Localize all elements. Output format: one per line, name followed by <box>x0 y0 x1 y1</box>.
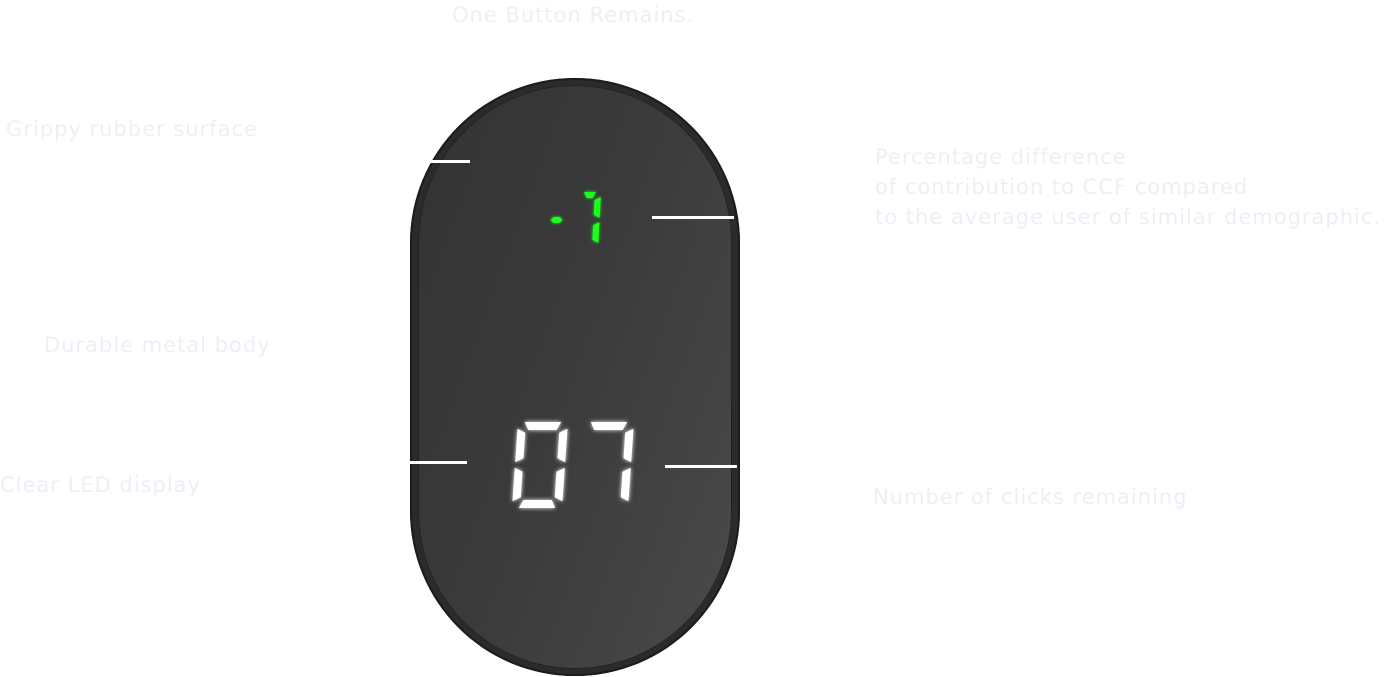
clicks-digit-2-segment-a <box>590 422 628 430</box>
percentage-digit-2 <box>584 192 601 243</box>
caption-percentage-line-2: of contribution to CCF compared <box>875 175 1249 199</box>
clicks-digit-1-segment-a <box>524 422 562 430</box>
button-device[interactable] <box>410 78 740 676</box>
caption-percentage-line-3: to the average user of similar demograph… <box>875 205 1382 229</box>
headline: One Button Remains. <box>452 3 695 27</box>
percentage-digit-1-segment-g <box>550 217 563 223</box>
percentage-led-display <box>550 192 601 243</box>
clicks-digit-1-segment-c <box>554 467 565 502</box>
pointer-grippy-surface <box>430 160 470 163</box>
percentage-digit-2-segment-c <box>592 222 600 243</box>
clicks-digit-2-segment-b <box>623 428 634 463</box>
caption-grippy-surface: Grippy rubber surface <box>6 117 258 141</box>
caption-percentage-difference: Percentage difference of contribution to… <box>875 142 1381 232</box>
percentage-digit-2-segment-b <box>593 197 601 218</box>
clicks-digit-1-segment-e <box>512 467 523 502</box>
percentage-digit-2-segment-a <box>584 192 596 198</box>
pointer-led-display <box>410 461 467 464</box>
clicks-digit-1-segment-d <box>518 500 556 508</box>
pointer-percentage <box>652 216 734 219</box>
clicks-digit-1 <box>512 422 568 508</box>
clicks-digit-1-segment-f <box>515 428 526 463</box>
caption-percentage-line-1: Percentage difference <box>875 145 1127 169</box>
caption-clicks-remaining: Number of clicks remaining <box>873 485 1188 509</box>
caption-led-display: Clear LED display <box>0 473 201 497</box>
clicks-digit-2-segment-c <box>620 467 631 502</box>
device-face[interactable] <box>418 85 732 669</box>
clicks-led-display <box>512 422 634 508</box>
clicks-digit-2 <box>590 422 634 502</box>
percentage-digit-1 <box>550 217 563 223</box>
caption-metal-body: Durable metal body <box>44 333 271 357</box>
clicks-digit-1-segment-b <box>557 428 568 463</box>
pointer-clicks-remaining <box>665 465 737 468</box>
product-diagram: One Button Remains. Grippy rubber surfac… <box>0 0 1386 677</box>
